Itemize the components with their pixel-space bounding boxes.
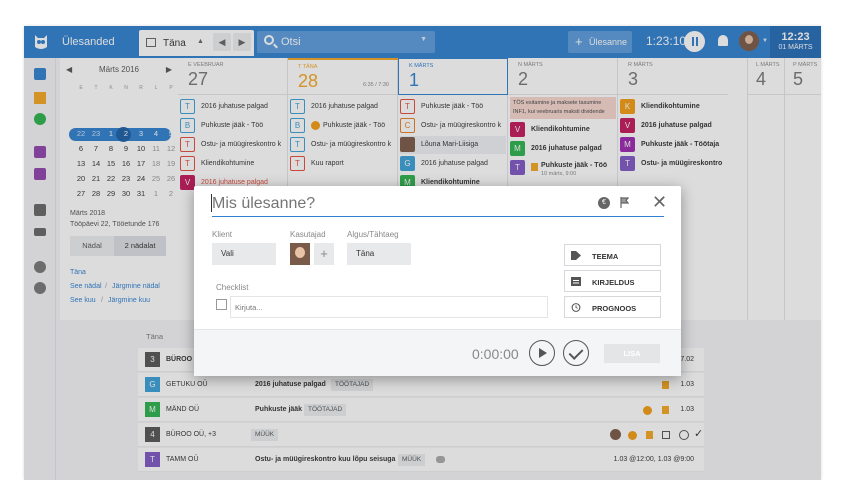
users-label: Kasutajad [290,230,326,239]
complete-button[interactable] [563,340,589,366]
play-button[interactable] [529,340,555,366]
submit-button[interactable]: LISA [604,344,660,363]
tag-icon [571,251,581,260]
title-underline [212,216,664,217]
close-icon[interactable]: ✕ [652,193,667,211]
forecast-button-label: PROGNOOS [592,304,637,313]
description-button[interactable]: KIRJELDUS [564,270,661,292]
flag-icon[interactable] [620,197,629,208]
task-timer: 0:00:00 [472,346,519,362]
theme-button[interactable]: TEEMA [564,244,661,266]
forecast-button[interactable]: PROGNOOS [564,296,661,318]
clock-icon [571,303,581,312]
task-title-input[interactable] [212,195,592,213]
description-button-label: KIRJELDUS [592,278,635,287]
theme-button-label: TEEMA [592,252,619,261]
document-icon [571,277,581,286]
start-deadline-label: Algus/Tähtaeg [347,230,399,239]
assigned-user-avatar[interactable] [290,243,310,265]
dialog-footer: 0:00:00 LISA [194,329,681,376]
client-label: Klient [212,230,233,239]
checklist-input[interactable] [230,296,548,318]
checklist-checkbox[interactable] [216,299,227,310]
client-select[interactable]: Vali [212,243,276,265]
app-window: Ülesanded Täna ▲ ◀ ▶ ▼ + Ülesanne 1:23:1… [24,26,821,480]
coin-icon[interactable]: € [598,197,610,209]
checklist-label: Checklist [216,283,249,292]
new-task-dialog: € ✕ Klient Vali Kasutajad + Algus/Tähtae… [194,186,681,376]
add-user-button[interactable]: + [314,243,334,265]
start-date-select[interactable]: Täna [347,243,411,265]
